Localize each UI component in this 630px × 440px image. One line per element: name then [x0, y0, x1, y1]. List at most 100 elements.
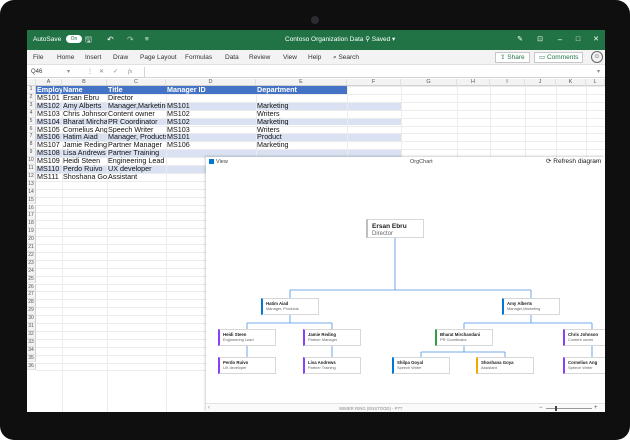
row-header[interactable]: 35	[27, 354, 36, 363]
org-node[interactable]: Shilpa Goyal Speech Writer	[392, 357, 450, 374]
enter-icon[interactable]: ✓	[113, 66, 118, 78]
column-header[interactable]: F	[347, 79, 401, 86]
row-header[interactable]: 14	[27, 188, 36, 197]
row-header[interactable]: 9	[27, 149, 36, 158]
row-header[interactable]: 2	[27, 93, 36, 102]
column-header[interactable]: D	[166, 79, 256, 86]
row-header[interactable]: 26	[27, 283, 36, 292]
column-header[interactable]: L	[586, 79, 605, 86]
table-cell[interactable]: Product	[256, 133, 347, 141]
tab-file[interactable]: File	[33, 50, 43, 65]
row-header[interactable]: 34	[27, 346, 36, 355]
table-cell[interactable]: Chris Johnson	[62, 110, 107, 118]
table-cell[interactable]: MS103	[166, 126, 256, 134]
row-header[interactable]: 7	[27, 133, 36, 142]
org-node[interactable]: Cornelius Ang Speech Writer	[563, 357, 605, 374]
table-cell[interactable]: MS101	[36, 94, 62, 102]
table-cell[interactable]: Heidi Steen	[62, 157, 107, 165]
table-cell[interactable]: Perdo Ruivo	[62, 165, 107, 173]
table-cell[interactable]: Amy Alberts	[62, 102, 107, 110]
expand-formula-icon[interactable]: ▾	[597, 66, 600, 78]
row-header[interactable]: 1	[27, 86, 36, 94]
row-header[interactable]: 13	[27, 180, 36, 189]
row-header[interactable]: 16	[27, 204, 36, 213]
table-header-cell[interactable]: Department	[256, 86, 347, 94]
row-header[interactable]: 25	[27, 275, 36, 284]
row-header[interactable]: 19	[27, 228, 36, 237]
row-header[interactable]: 10	[27, 157, 36, 165]
org-node[interactable]: Amy Alberts Manager,Marketing	[502, 298, 560, 315]
column-header[interactable]: A	[36, 79, 62, 86]
row-header[interactable]: 21	[27, 244, 36, 252]
table-cell[interactable]: MS108	[36, 149, 62, 157]
zoom-slider[interactable]	[546, 408, 592, 409]
table-cell[interactable]: MS111	[36, 173, 62, 181]
table-header-cell[interactable]: Manager ID	[166, 86, 256, 94]
zoom-out-button[interactable]: −	[539, 404, 543, 412]
table-cell[interactable]: Writers	[256, 110, 347, 118]
table-cell[interactable]: Cornelius Ang	[62, 126, 107, 134]
formula-input[interactable]	[144, 67, 599, 77]
tab-home[interactable]: Home	[57, 50, 74, 65]
table-cell[interactable]: MS101	[166, 102, 256, 110]
table-cell[interactable]: MS102	[36, 102, 62, 110]
row-header[interactable]: 17	[27, 212, 36, 221]
column-header[interactable]: E	[256, 79, 347, 86]
tab-page-layout[interactable]: Page Layout	[140, 50, 177, 65]
row-header[interactable]: 12	[27, 172, 36, 181]
scroll-left-icon[interactable]: ‹	[208, 404, 210, 412]
table-cell[interactable]: PR Coordinator	[107, 118, 166, 126]
row-header[interactable]: 15	[27, 196, 36, 205]
tab-data[interactable]: Data	[225, 50, 239, 65]
table-cell[interactable]	[166, 94, 256, 102]
pen-icon[interactable]: ✎	[511, 30, 529, 50]
row-header[interactable]: 8	[27, 141, 36, 150]
column-header[interactable]: J	[525, 79, 556, 86]
table-cell[interactable]: MS101	[166, 133, 256, 141]
qat-more-icon[interactable]: ≡	[145, 30, 149, 50]
table-cell[interactable]	[256, 94, 347, 102]
table-cell[interactable]: MS110	[36, 165, 62, 173]
column-header[interactable]: K	[556, 79, 586, 86]
table-header-cell[interactable]: Employee ID	[36, 86, 62, 94]
table-cell[interactable]: MS102	[166, 118, 256, 126]
org-node[interactable]: Hatim Aiad Manager, Products	[261, 298, 319, 315]
smiley-icon[interactable]: ☺	[591, 51, 603, 63]
org-node[interactable]: Perdo Ruivo UX developer	[218, 357, 276, 374]
close-button[interactable]: ✕	[587, 30, 605, 50]
table-cell[interactable]: Assistant	[107, 173, 166, 181]
document-title[interactable]: Contoso Organization Data ⚲ Saved ▾	[285, 30, 395, 50]
row-header[interactable]: 11	[27, 165, 36, 173]
table-cell[interactable]: Partner Manager	[107, 141, 166, 149]
row-header[interactable]: 3	[27, 101, 36, 110]
table-cell[interactable]: MS102	[166, 110, 256, 118]
autosave-toggle[interactable]: On	[66, 35, 82, 44]
minimize-button[interactable]: –	[551, 30, 569, 50]
table-cell[interactable]: MS106	[36, 133, 62, 141]
tab-view[interactable]: View	[283, 50, 297, 65]
org-node[interactable]: Bharat Mirchandani PR Coordinator	[435, 329, 493, 346]
row-header[interactable]: 22	[27, 251, 36, 260]
table-cell[interactable]: MS106	[166, 141, 256, 149]
row-header[interactable]: 5	[27, 117, 36, 126]
table-cell[interactable]: MS105	[36, 126, 62, 134]
fx-icon[interactable]: fx	[128, 66, 132, 78]
row-header[interactable]: 27	[27, 291, 36, 300]
tab-review[interactable]: Review	[249, 50, 270, 65]
column-header[interactable]: H	[457, 79, 490, 86]
autosave-control[interactable]: AutoSave On	[33, 30, 82, 50]
restore-button[interactable]: □	[569, 30, 587, 50]
table-cell[interactable]: MS109	[36, 157, 62, 165]
org-node[interactable]: Lisa Andrews Partner Training	[303, 357, 361, 374]
tab-formulas[interactable]: Formulas	[185, 50, 212, 65]
table-cell[interactable]: Marketing	[256, 141, 347, 149]
table-cell[interactable]: Ersan Ebru	[62, 94, 107, 102]
cancel-icon[interactable]: ✕	[99, 66, 104, 78]
ribbon-display-icon[interactable]: ⊡	[531, 30, 549, 50]
table-cell[interactable]: Lisa Andrews	[62, 149, 107, 157]
select-all-corner[interactable]	[27, 79, 36, 86]
row-header[interactable]: 33	[27, 338, 36, 347]
table-cell[interactable]: Writers	[256, 126, 347, 134]
zoom-slider-thumb[interactable]	[555, 406, 558, 411]
row-header[interactable]: 6	[27, 125, 36, 134]
